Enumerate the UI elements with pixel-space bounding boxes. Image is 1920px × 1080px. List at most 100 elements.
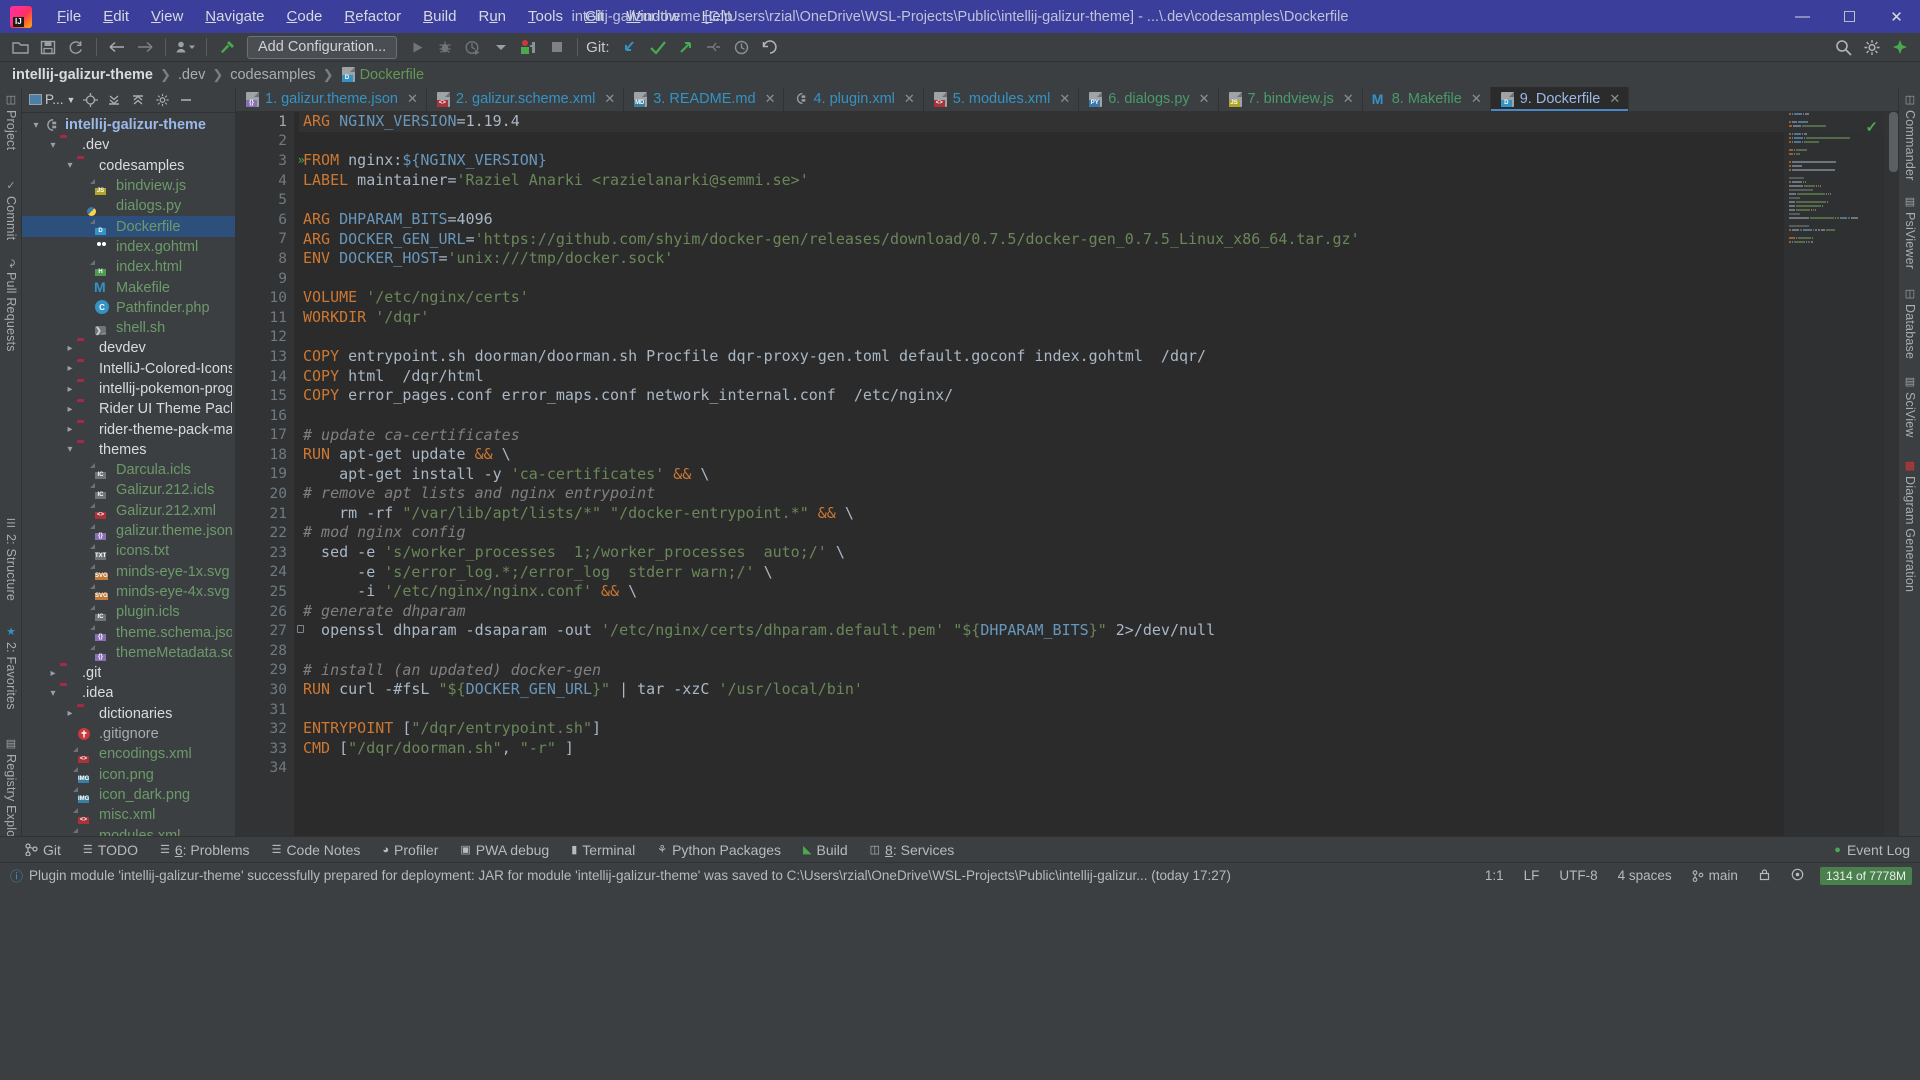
tree-node-intellij-galizur-theme[interactable]: ▾ intellij-galizur-theme [22, 115, 235, 135]
tree-node-minds-eye-1x-svg[interactable]: SVG minds-eye-1x.svg [22, 562, 235, 582]
tree-node-index-html[interactable]: Hindex.html [22, 257, 235, 277]
code-line[interactable]: CMD ["/dqr/doorman.sh", "-r" ] [299, 739, 1898, 759]
line-number[interactable]: 4 [236, 171, 294, 191]
code-line[interactable]: # remove apt lists and nginx entrypoint [299, 484, 1898, 504]
close-icon[interactable]: ✕ [1059, 91, 1070, 107]
menu-item-build[interactable]: Build [412, 3, 467, 30]
line-number[interactable]: 9 [236, 269, 294, 289]
line-number[interactable]: 6 [236, 210, 294, 230]
tree-node-icon-png[interactable]: IMG icon.png [22, 765, 235, 785]
tree-node-theme-schema-json[interactable]: {} theme.schema.json [22, 622, 235, 642]
close-icon[interactable]: ✕ [765, 91, 776, 107]
tree-node-intellij-colored-icons-1-3[interactable]: ▸ IntelliJ-Colored-Icons-1.3 [22, 359, 235, 379]
code-line[interactable] [299, 700, 1898, 720]
project-file-tree[interactable]: ▾ intellij-galizur-theme ▾ .dev ▾ codesamples… [22, 113, 235, 836]
line-number[interactable]: 27 [236, 621, 304, 641]
breadcrumb-item-project[interactable]: intellij-galizur-theme [12, 67, 153, 83]
expand-all-icon[interactable] [102, 89, 126, 111]
scroll-from-source-icon[interactable] [78, 89, 102, 111]
line-number[interactable]: 15 [236, 386, 294, 406]
status-message-area[interactable]: ⓘ Plugin module 'intellij-galizur-theme'… [0, 866, 1475, 885]
tool-window-pwa-debug[interactable]: ▣ PWA debug [449, 840, 560, 860]
close-icon[interactable]: ✕ [1471, 91, 1482, 107]
indent-setting[interactable]: 4 spaces [1608, 868, 1682, 883]
tree-node-galizur-theme-json[interactable]: {} galizur.theme.json [22, 521, 235, 541]
editor-tab-makefile[interactable]: M 8. Makefile ✕ [1362, 87, 1491, 111]
chevron-right-icon[interactable]: ▸ [63, 708, 77, 719]
tree-node-dockerfile[interactable]: D Dockerfile [22, 216, 235, 237]
tool-window-build[interactable]: ◣ Build [792, 840, 859, 860]
editor-tab-galizur-theme-json[interactable]: {} 1. galizur.theme.json ✕ [236, 87, 427, 111]
menu-item-code[interactable]: Code [276, 3, 334, 30]
rail-item-commander[interactable]: ◫ Commander [1899, 93, 1920, 189]
editor-tab-bindview-js[interactable]: JS 7. bindview.js ✕ [1218, 87, 1363, 111]
chevron-down-icon[interactable]: ▾ [46, 140, 60, 151]
hide-icon[interactable] [174, 89, 198, 111]
chevron-right-icon[interactable]: ▸ [63, 343, 77, 354]
tree-node-galizur-212-xml[interactable]: <> Galizur.212.xml [22, 501, 235, 521]
line-number[interactable]: 11 [236, 308, 294, 328]
line-number[interactable]: 26 [236, 602, 294, 622]
tree-node-rider-theme-pack-master[interactable]: ▸ rider-theme-pack-master [22, 419, 235, 439]
add-configuration-button[interactable]: Add Configuration... [247, 35, 398, 59]
history-icon[interactable] [728, 34, 756, 60]
line-number[interactable]: 29 [236, 661, 294, 681]
push-icon[interactable] [672, 34, 700, 60]
code-line[interactable]: ARG DHPARAM_BITS=4096 [299, 210, 1898, 230]
line-number[interactable]: 25 [236, 582, 294, 602]
tree-node-dev[interactable]: ▾ .dev [22, 135, 235, 155]
chevron-down-icon[interactable]: ▾ [63, 444, 77, 455]
code-line[interactable]: FROM nginx:${NGINX_VERSION} [299, 151, 1898, 171]
editor-tab-dialogs-py[interactable]: PY 6. dialogs.py ✕ [1079, 87, 1219, 111]
rail-item-sciview[interactable]: ▤ SciView [1899, 375, 1920, 451]
line-number[interactable]: 13 [236, 347, 294, 367]
gear-icon[interactable] [1858, 34, 1886, 60]
line-number[interactable]: 1 [236, 112, 294, 132]
ide-features-icon[interactable] [1886, 34, 1914, 60]
tree-node-themes[interactable]: ▾ themes [22, 440, 235, 460]
tree-node-pathfinder-php[interactable]: C Pathfinder.php [22, 298, 235, 318]
debug-icon[interactable] [431, 34, 459, 60]
code-line[interactable]: openssl dhparam -dsaparam -out '/etc/ngi… [299, 621, 1898, 641]
tool-window-services[interactable]: ◫ 8: Services [859, 840, 966, 860]
tree-node-dialogs-py[interactable]: dialogs.py [22, 196, 235, 216]
hammer-icon[interactable] [213, 34, 241, 60]
close-icon[interactable]: ✕ [904, 91, 915, 107]
tool-window-code-notes[interactable]: ☰ Code Notes [261, 840, 372, 860]
tree-node-modules-xml[interactable]: <> modules.xml [22, 825, 235, 836]
line-number[interactable]: 30 [236, 680, 294, 700]
code-line[interactable]: ENTRYPOINT ["/dqr/entrypoint.sh"] [299, 719, 1898, 739]
menu-item-run[interactable]: Run [467, 3, 517, 30]
collapse-all-icon[interactable] [126, 89, 150, 111]
menu-item-refactor[interactable]: Refactor [333, 3, 412, 30]
tree-node-bindview-js[interactable]: JS bindview.js [22, 176, 235, 196]
line-number[interactable]: 10 [236, 288, 294, 308]
update-project-icon[interactable] [616, 34, 644, 60]
line-number-gutter[interactable]: 1 2 3» 4 5 6 7 8 9 10 11 12 13 14 15 16 17 18 19 20 21 22 23 24… [236, 112, 305, 836]
code-line[interactable]: apt-get install -y 'ca-certificates' && … [299, 465, 1898, 485]
code-line[interactable] [299, 406, 1898, 426]
tree-node-idea[interactable]: ▾ .idea [22, 683, 235, 703]
ok-check-icon[interactable]: ✓ [1865, 118, 1878, 136]
close-icon[interactable]: ✕ [604, 91, 615, 107]
arrow-left-icon[interactable] [103, 34, 131, 60]
tree-node-codesamples[interactable]: ▾ codesamples [22, 156, 235, 176]
line-number[interactable]: 22 [236, 523, 294, 543]
line-number[interactable]: 33 [236, 739, 294, 759]
rail-item-project[interactable]: ◫ Project [0, 93, 22, 171]
minimize-button[interactable]: — [1779, 0, 1826, 33]
rail-item-favorites[interactable]: ★ 2: Favorites [0, 625, 22, 729]
editor-tab-bar[interactable]: {} 1. galizur.theme.json ✕ <> 2. galizur.sch… [236, 87, 1898, 112]
rail-item-commit[interactable]: ✓ Commit [0, 179, 22, 253]
search-everywhere-icon[interactable] [1830, 34, 1858, 60]
tree-node-intellij-pokemon-progress-r[interactable]: ▸ intellij-pokemon-progress-r [22, 379, 235, 399]
tree-node-misc-xml[interactable]: <> misc.xml [22, 805, 235, 825]
code-line[interactable]: -e 's/error_log.*;/error_log stderr warn… [299, 563, 1898, 583]
tool-window-terminal[interactable]: ▮ Terminal [560, 840, 646, 860]
tree-node-dictionaries[interactable]: ▸ dictionaries [22, 704, 235, 724]
breadcrumb-item-codesamples[interactable]: codesamples [230, 67, 315, 83]
project-view-selector[interactable]: P... ▼ [26, 91, 78, 108]
code-line[interactable] [299, 132, 1898, 152]
code-line[interactable]: COPY html /dqr/html [299, 367, 1898, 387]
code-line[interactable]: COPY error_pages.conf error_maps.conf ne… [299, 386, 1898, 406]
